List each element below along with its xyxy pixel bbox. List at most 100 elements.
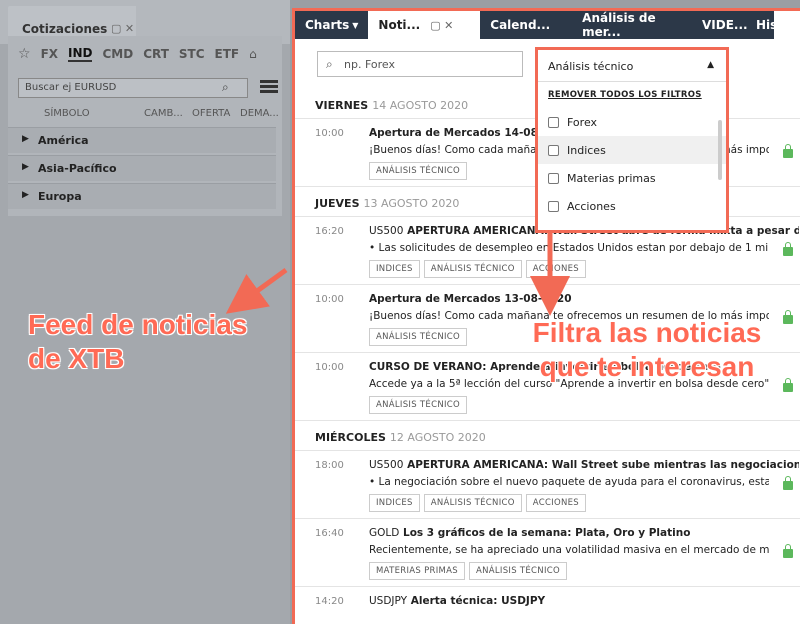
tab-label: Calend...: [490, 18, 551, 32]
news-tag[interactable]: ANÁLISIS TÉCNICO: [369, 328, 468, 346]
tab-label: VIDE...: [702, 18, 748, 32]
checkbox[interactable]: [548, 144, 559, 156]
news-tag[interactable]: INDICES: [369, 260, 420, 278]
list-view-icon[interactable]: [260, 80, 278, 94]
news-title: Alerta técnica: USDJPY: [410, 595, 546, 607]
tab-label: Charts: [305, 18, 350, 32]
option-label: Indices: [567, 143, 606, 157]
dropdown-value: Análisis técnico: [548, 60, 634, 73]
category-tabs: ☆ FX IND CMD CRT STC ETF ⌂: [8, 40, 282, 68]
news-headline[interactable]: US500 APERTURA AMERICANA: Wall Street su…: [369, 459, 799, 471]
news-item[interactable]: 18:00 US500 APERTURA AMERICANA: Wall Str…: [295, 451, 800, 519]
filter-option-indices[interactable]: Indices: [538, 136, 726, 164]
region-label: América: [38, 134, 89, 147]
news-tag[interactable]: ANÁLISIS TÉCNICO: [423, 494, 522, 512]
news-symbol: GOLD: [369, 527, 400, 539]
news-tag[interactable]: ACCIONES: [525, 494, 587, 512]
news-headline[interactable]: GOLD Los 3 gráficos de la semana: Plata,…: [369, 527, 799, 539]
news-search-placeholder: np. Forex: [344, 58, 395, 71]
region-row-america[interactable]: ▶ América: [8, 127, 276, 153]
checkbox[interactable]: [548, 200, 559, 212]
quotes-tab-window-icons[interactable]: ▢ ✕: [111, 22, 134, 35]
news-tag[interactable]: ANÁLISIS TÉCNICO: [369, 162, 468, 180]
day-date: 12 AGOSTO 2020: [389, 431, 486, 444]
expand-triangle-icon: ▶: [22, 162, 29, 172]
news-tag[interactable]: ANÁLISIS TÉCNICO: [423, 260, 522, 278]
search-icon: ⌕: [326, 57, 333, 71]
news-search-input[interactable]: ⌕ np. Forex: [317, 51, 523, 77]
caret-down-icon: ▼: [352, 20, 359, 30]
filter-option-stocks[interactable]: Acciones: [538, 192, 726, 220]
col-ask[interactable]: DEMA...: [240, 108, 279, 119]
tab-label: Análisis de mer...: [582, 11, 656, 39]
day-date: 14 AGOSTO 2020: [372, 99, 469, 112]
region-label: Europa: [38, 190, 82, 203]
news-tag[interactable]: ANÁLISIS TÉCNICO: [369, 396, 468, 414]
category-crt[interactable]: CRT: [143, 47, 169, 61]
day-header: MIÉRCOLES 12 AGOSTO 2020: [295, 421, 800, 451]
news-item[interactable]: 16:40 GOLD Los 3 gráficos de la semana: …: [295, 519, 800, 587]
category-filter-dropdown[interactable]: Análisis técnico ▲ REMOVER TODOS LOS FIL…: [535, 47, 729, 233]
category-ind[interactable]: IND: [68, 46, 93, 62]
news-symbol: US500: [369, 459, 404, 471]
region-row-europe[interactable]: ▶ Europa: [8, 183, 276, 209]
remove-all-filters-link[interactable]: REMOVER TODOS LOS FILTROS: [538, 82, 726, 108]
tab-videos[interactable]: VIDE...: [692, 11, 748, 39]
category-cmd[interactable]: CMD: [102, 47, 133, 61]
filter-option-forex[interactable]: Forex: [538, 108, 726, 136]
tab-label: Noti...: [378, 18, 421, 32]
news-headline[interactable]: USDJPY Alerta técnica: USDJPY: [369, 595, 799, 607]
filter-option-commodities[interactable]: Materias primas: [538, 164, 726, 192]
tab-calendar[interactable]: Calend...: [480, 11, 572, 39]
annotation-line: de XTB: [28, 343, 125, 374]
favorites-star-icon[interactable]: ☆: [18, 46, 31, 62]
panel-layout-icon[interactable]: [774, 11, 800, 39]
news-time: 18:00: [315, 460, 344, 471]
col-change[interactable]: CAMB...: [144, 108, 183, 119]
day-name: JUEVES: [315, 197, 360, 210]
option-label: Acciones: [567, 199, 616, 213]
option-label: Forex: [567, 115, 598, 129]
tab-window-icons[interactable]: ▢ ✕: [430, 19, 453, 32]
symbol-search-input[interactable]: Buscar ej EURUSD: [18, 78, 248, 98]
news-title: Los 3 gráficos de la semana: Plata, Oro …: [403, 527, 691, 539]
news-symbol: USDJPY: [369, 595, 408, 607]
checkbox[interactable]: [548, 172, 559, 184]
news-item[interactable]: 14:20 USDJPY Alerta técnica: USDJPY: [295, 587, 800, 613]
lock-icon: [783, 544, 793, 558]
dropdown-selected[interactable]: Análisis técnico ▲: [538, 50, 726, 82]
news-time: 10:00: [315, 128, 344, 139]
news-time: 10:00: [315, 362, 344, 373]
category-fx[interactable]: FX: [41, 47, 58, 61]
tab-charts[interactable]: Charts ▼: [295, 11, 368, 39]
news-time: 14:20: [315, 596, 344, 607]
checkbox[interactable]: [548, 116, 559, 128]
news-summary: Recientemente, se ha apreciado una volat…: [369, 544, 769, 556]
search-icon[interactable]: ⌕: [222, 80, 229, 95]
col-symbol[interactable]: SÍMBOLO: [44, 108, 90, 119]
tab-news[interactable]: Noti... ▢ ✕: [368, 11, 481, 39]
region-label: Asia-Pacífico: [38, 162, 117, 175]
lock-icon: [783, 144, 793, 158]
lock-icon: [783, 310, 793, 324]
lock-icon: [783, 476, 793, 490]
day-date: 13 AGOSTO 2020: [363, 197, 460, 210]
news-headline[interactable]: Apertura de Mercados 13-08-2020: [369, 293, 799, 305]
news-tag[interactable]: INDICES: [369, 494, 420, 512]
tab-market-analysis[interactable]: Análisis de mer...: [572, 11, 692, 39]
expand-triangle-icon: ▶: [22, 134, 29, 144]
news-tag[interactable]: ACCIONES: [525, 260, 587, 278]
annotation-line: Feed de noticias: [28, 309, 248, 340]
category-stc[interactable]: STC: [179, 47, 205, 61]
category-etf[interactable]: ETF: [215, 47, 240, 61]
news-tag[interactable]: ANÁLISIS TÉCNICO: [468, 562, 567, 580]
top-tabbar: Charts ▼ Noti... ▢ ✕ Calend... Análisis de…: [295, 11, 800, 39]
col-bid[interactable]: OFERTA: [192, 108, 230, 119]
news-tag[interactable]: MATERIAS PRIMAS: [369, 562, 465, 580]
basket-icon[interactable]: ⌂: [249, 47, 257, 61]
triangle-up-icon: ▲: [707, 60, 714, 70]
dropdown-scrollbar[interactable]: [718, 120, 722, 180]
region-row-asia-pacific[interactable]: ▶ Asia-Pacífico: [8, 155, 276, 181]
day-name: MIÉRCOLES: [315, 431, 386, 444]
annotation-filter-news: Filtra las noticias que te interesan: [522, 316, 772, 384]
